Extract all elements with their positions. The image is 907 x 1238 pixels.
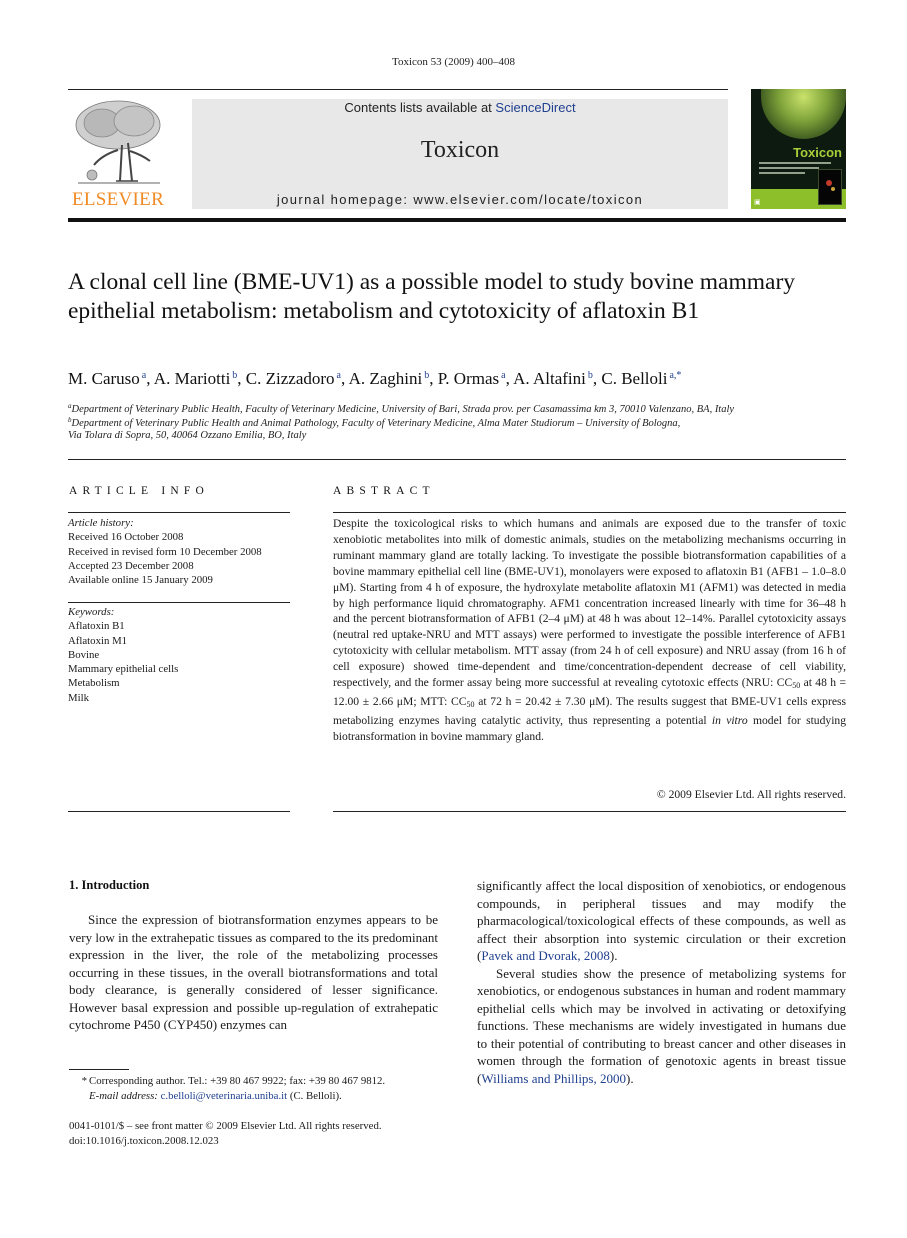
citation-link[interactable]: Pavek and Dvorak, 2008 (481, 948, 610, 963)
keywords: Keywords: Aflatoxin B1 Aflatoxin M1 Bovi… (68, 605, 290, 705)
front-matter: 0041-0101/$ – see front matter © 2009 El… (69, 1119, 449, 1148)
keyword: Milk (68, 691, 89, 704)
title-block-rule (68, 459, 846, 460)
journal-homepage-link[interactable]: journal homepage: www.elsevier.com/locat… (192, 192, 728, 207)
citation-link[interactable]: Williams and Phillips, 2000 (481, 1071, 626, 1086)
sciencedirect-link[interactable]: ScienceDirect (495, 100, 575, 115)
contents-prefix: Contents lists available at (344, 100, 496, 115)
article-info-heading: ARTICLE INFO (69, 485, 209, 497)
cover-publisher-mark: ▣ (754, 199, 761, 206)
affiliation-b: bDepartment of Veterinary Public Health … (68, 416, 681, 429)
history-online: Available online 15 January 2009 (68, 574, 213, 587)
article-history: Article history: Received 16 October 200… (68, 516, 290, 587)
keyword: Metabolism (68, 677, 120, 690)
cover-text-line (759, 172, 805, 174)
article-history-label: Article history: (68, 517, 134, 529)
cover-text-line (759, 162, 831, 164)
author[interactable]: M. Caruso a (68, 369, 146, 388)
author[interactable]: C. Belloli a,* (601, 369, 681, 388)
masthead-bottom-rule (68, 218, 846, 222)
intro-paragraph-continued: significantly affect the local dispositi… (477, 878, 846, 963)
author[interactable]: A. Mariotti b (154, 369, 238, 388)
author[interactable]: A. Zaghini b (349, 369, 430, 388)
abstract-copyright: © 2009 Elsevier Ltd. All rights reserved… (656, 788, 846, 801)
author[interactable]: A. Altafini b (513, 369, 593, 388)
journal-name: Toxicon (420, 137, 500, 163)
issn-line: 0041-0101/$ – see front matter © 2009 El… (69, 1120, 382, 1132)
intro-paragraph: Several studies show the presence of met… (477, 965, 846, 1086)
elsevier-wordmark: ELSEVIER (71, 189, 165, 210)
cover-snake-graphic (761, 89, 846, 139)
corresponding-author-footnote: * Corresponding author. Tel.: +39 80 467 … (81, 1075, 386, 1102)
author[interactable]: C. Zizzadoro a (246, 369, 341, 388)
keywords-rule (68, 602, 290, 603)
author-list: M. Caruso a, A. Mariotti b, C. Zizzadoro a,… (68, 369, 682, 388)
abstract-bottom-rule (333, 811, 846, 812)
abstract-heading: ABSTRACT (333, 485, 435, 497)
history-received: Received 16 October 2008 (68, 531, 184, 544)
tree-icon (75, 100, 161, 184)
author[interactable]: P. Ormas a (438, 369, 506, 388)
intro-paragraph-left: Since the expression of biotransformatio… (69, 912, 438, 1032)
keyword: Aflatoxin B1 (68, 620, 125, 633)
keywords-label: Keywords: (68, 606, 115, 618)
elsevier-logo[interactable]: ELSEVIER (68, 95, 168, 210)
masthead-top-rule (68, 89, 728, 90)
journal-cover-image[interactable]: Toxicon ▣ (751, 89, 846, 209)
article-info-bottom-rule (68, 811, 290, 812)
doi-line[interactable]: doi:10.1016/j.toxicon.2008.12.023 (69, 1134, 449, 1149)
affiliation-b-line2: Via Tolara di Sopra, 50, 40064 Ozzano Em… (68, 430, 307, 441)
email-link[interactable]: c.belloli@veterinaria.uniba.it (161, 1090, 288, 1102)
keyword: Aflatoxin M1 (68, 634, 128, 647)
keyword: Bovine (68, 648, 100, 661)
abstract-rule (333, 512, 846, 513)
cover-text-line (759, 167, 819, 169)
contents-line: Contents lists available at ScienceDirec… (192, 100, 728, 115)
footnote-rule (69, 1069, 129, 1070)
running-head: Toxicon 53 (2009) 400–408 (392, 56, 515, 68)
history-revised: Received in revised form 10 December 200… (68, 545, 262, 558)
abstract-text: Despite the toxicological risks to which… (333, 517, 847, 743)
article-title: A clonal cell line (BME-UV1) as a possib… (68, 269, 796, 324)
article-info-rule (68, 512, 290, 513)
keyword: Mammary epithelial cells (68, 663, 179, 676)
journal-banner: Contents lists available at ScienceDirec… (192, 99, 728, 209)
affiliation-a: aDepartment of Veterinary Public Health,… (68, 402, 735, 415)
cover-title: Toxicon (793, 145, 842, 160)
intro-column-right: significantly affect the local dispositi… (477, 877, 846, 1087)
cover-inset-image (818, 169, 842, 205)
history-accepted: Accepted 23 December 2008 (68, 559, 194, 572)
section-heading-introduction: 1. Introduction (69, 878, 150, 892)
